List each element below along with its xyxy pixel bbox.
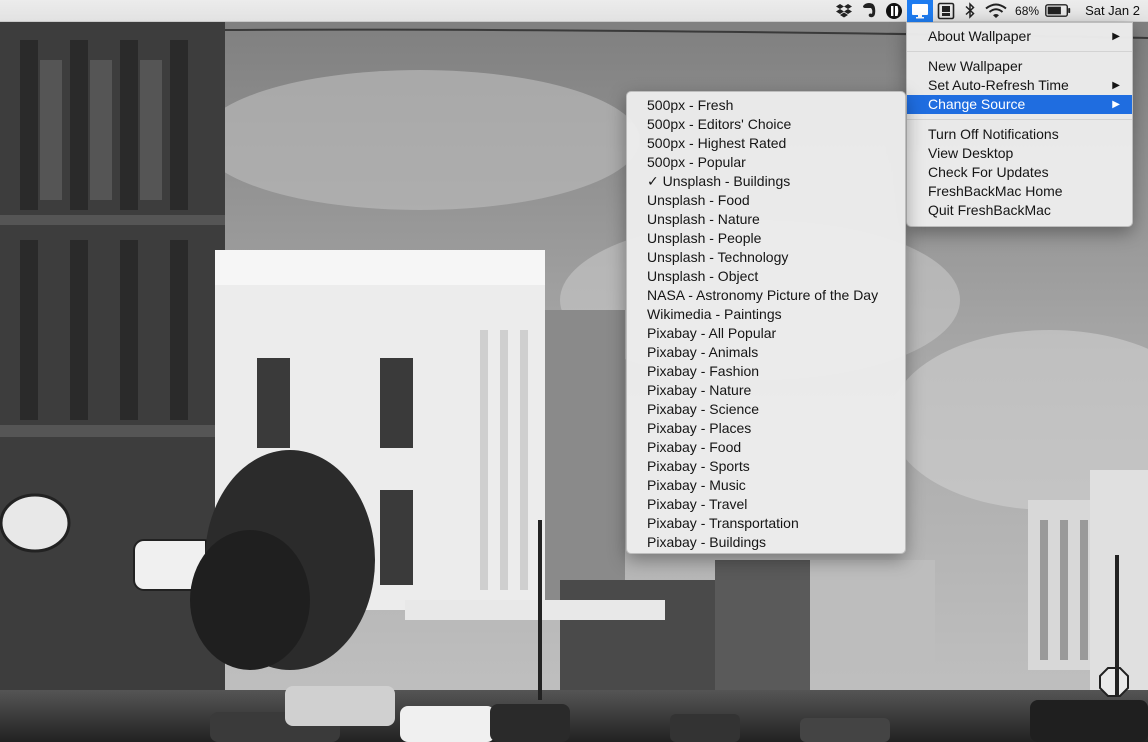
dropbox-icon[interactable] xyxy=(831,0,857,22)
submenu-arrow-icon: ▶ xyxy=(1112,99,1120,110)
source-item-label: Pixabay - All Popular xyxy=(647,325,777,341)
menu-item-label: About Wallpaper xyxy=(928,28,1031,44)
menu-item-label: View Desktop xyxy=(928,145,1014,161)
menu-item-change-source[interactable]: Change Source ▶ xyxy=(907,95,1132,114)
source-item-label: Unsplash - Buildings xyxy=(662,173,791,189)
menu-bar: 68% Sat Jan 2 xyxy=(0,0,1148,22)
source-item-label: Pixabay - Fashion xyxy=(647,363,760,379)
source-item-label: Pixabay - Buildings xyxy=(647,534,767,550)
source-item-label: 500px - Popular xyxy=(647,154,746,170)
source-item-label: Pixabay - Science xyxy=(647,401,760,417)
battery-percentage[interactable]: 68% xyxy=(1011,0,1041,22)
source-item-pixabay-music[interactable]: Pixabay - Music xyxy=(627,476,905,495)
menu-item-label: FreshBackMac Home xyxy=(928,183,1063,199)
source-item-pixabay-buildings[interactable]: Pixabay - Buildings xyxy=(627,533,905,552)
bluetooth-icon[interactable] xyxy=(959,0,981,22)
source-item-label: Unsplash - Object xyxy=(647,268,759,284)
source-item-pixabay-transportation[interactable]: Pixabay - Transportation xyxy=(627,514,905,533)
source-item-unsplash-people[interactable]: Unsplash - People xyxy=(627,229,905,248)
source-item-nasa-apod[interactable]: NASA - Astronomy Picture of the Day xyxy=(627,286,905,305)
menu-item-label: New Wallpaper xyxy=(928,58,1023,74)
source-item-label: Pixabay - Travel xyxy=(647,496,748,512)
source-item-label: 500px - Editors' Choice xyxy=(647,116,792,132)
menu-separator xyxy=(907,119,1132,120)
battery-icon[interactable] xyxy=(1041,0,1075,22)
menu-item-label: Turn Off Notifications xyxy=(928,126,1059,142)
source-item-label: Unsplash - Food xyxy=(647,192,750,208)
screenshot-tool-icon[interactable] xyxy=(933,0,959,22)
menu-item-about-wallpaper[interactable]: About Wallpaper ▶ xyxy=(907,27,1132,46)
wifi-icon[interactable] xyxy=(981,0,1011,22)
freshback-icon[interactable] xyxy=(907,0,934,22)
submenu-arrow-icon: ▶ xyxy=(1112,80,1120,91)
source-item-label: Pixabay - Animals xyxy=(647,344,759,360)
source-item-pixabay-travel[interactable]: Pixabay - Travel xyxy=(627,495,905,514)
source-item-label: 500px - Fresh xyxy=(647,97,734,113)
source-item-pixabay-animals[interactable]: Pixabay - Animals xyxy=(627,343,905,362)
menu-item-label: Quit FreshBackMac xyxy=(928,202,1051,218)
menu-item-label: Change Source xyxy=(928,96,1026,112)
menubar-clock[interactable]: Sat Jan 2 xyxy=(1075,0,1148,22)
source-item-unsplash-object[interactable]: Unsplash - Object xyxy=(627,267,905,286)
source-item-pixabay-all-popular[interactable]: Pixabay - All Popular xyxy=(627,324,905,343)
source-item-unsplash-food[interactable]: Unsplash - Food xyxy=(627,191,905,210)
source-item-unsplash-technology[interactable]: Unsplash - Technology xyxy=(627,248,905,267)
source-item-pixabay-science[interactable]: Pixabay - Science xyxy=(627,400,905,419)
source-item-unsplash-nature[interactable]: Unsplash - Nature xyxy=(627,210,905,229)
menu-item-view-desktop[interactable]: View Desktop xyxy=(907,144,1132,163)
submenu-arrow-icon: ▶ xyxy=(1112,31,1120,42)
source-item-label: Unsplash - People xyxy=(647,230,762,246)
1password-icon[interactable] xyxy=(881,0,907,22)
source-item-label: Pixabay - Food xyxy=(647,439,742,455)
source-item-label: Pixabay - Sports xyxy=(647,458,750,474)
source-item-wikimedia-paintings[interactable]: Wikimedia - Paintings xyxy=(627,305,905,324)
source-item-pixabay-food[interactable]: Pixabay - Food xyxy=(627,438,905,457)
source-item-label: Wikimedia - Paintings xyxy=(647,306,782,322)
menu-item-new-wallpaper[interactable]: New Wallpaper xyxy=(907,57,1132,76)
source-item-500px-highest-rated[interactable]: 500px - Highest Rated xyxy=(627,134,905,153)
freshback-menu: About Wallpaper ▶ New Wallpaper Set Auto… xyxy=(906,22,1133,227)
source-item-label: Pixabay - Transportation xyxy=(647,515,799,531)
change-source-submenu: 500px - Fresh 500px - Editors' Choice 50… xyxy=(626,91,906,554)
menu-item-label: Set Auto-Refresh Time xyxy=(928,77,1069,93)
menu-item-turn-off-notifications[interactable]: Turn Off Notifications xyxy=(907,125,1132,144)
source-item-label: Unsplash - Nature xyxy=(647,211,760,227)
source-item-label: Unsplash - Technology xyxy=(647,249,789,265)
menu-item-freshbackmac-home[interactable]: FreshBackMac Home xyxy=(907,182,1132,201)
menu-item-quit-freshbackmac[interactable]: Quit FreshBackMac xyxy=(907,201,1132,220)
menu-item-label: Check For Updates xyxy=(928,164,1049,180)
menu-separator xyxy=(907,51,1132,52)
source-item-pixabay-fashion[interactable]: Pixabay - Fashion xyxy=(627,362,905,381)
checkmark-icon: ✓ xyxy=(647,173,659,189)
source-item-label: NASA - Astronomy Picture of the Day xyxy=(647,287,879,303)
source-item-pixabay-places[interactable]: Pixabay - Places xyxy=(627,419,905,438)
source-item-label: 500px - Highest Rated xyxy=(647,135,787,151)
source-item-label: Pixabay - Places xyxy=(647,420,752,436)
menu-item-set-auto-refresh-time[interactable]: Set Auto-Refresh Time ▶ xyxy=(907,76,1132,95)
source-item-500px-editors-choice[interactable]: 500px - Editors' Choice xyxy=(627,115,905,134)
source-item-pixabay-nature[interactable]: Pixabay - Nature xyxy=(627,381,905,400)
source-item-label: Pixabay - Nature xyxy=(647,382,752,398)
menu-item-check-for-updates[interactable]: Check For Updates xyxy=(907,163,1132,182)
source-item-500px-fresh[interactable]: 500px - Fresh xyxy=(627,96,905,115)
evernote-icon[interactable] xyxy=(857,0,881,22)
source-item-pixabay-sports[interactable]: Pixabay - Sports xyxy=(627,457,905,476)
source-item-500px-popular[interactable]: 500px - Popular xyxy=(627,153,905,172)
source-item-unsplash-buildings[interactable]: ✓ Unsplash - Buildings xyxy=(627,172,905,191)
source-item-label: Pixabay - Music xyxy=(647,477,746,493)
